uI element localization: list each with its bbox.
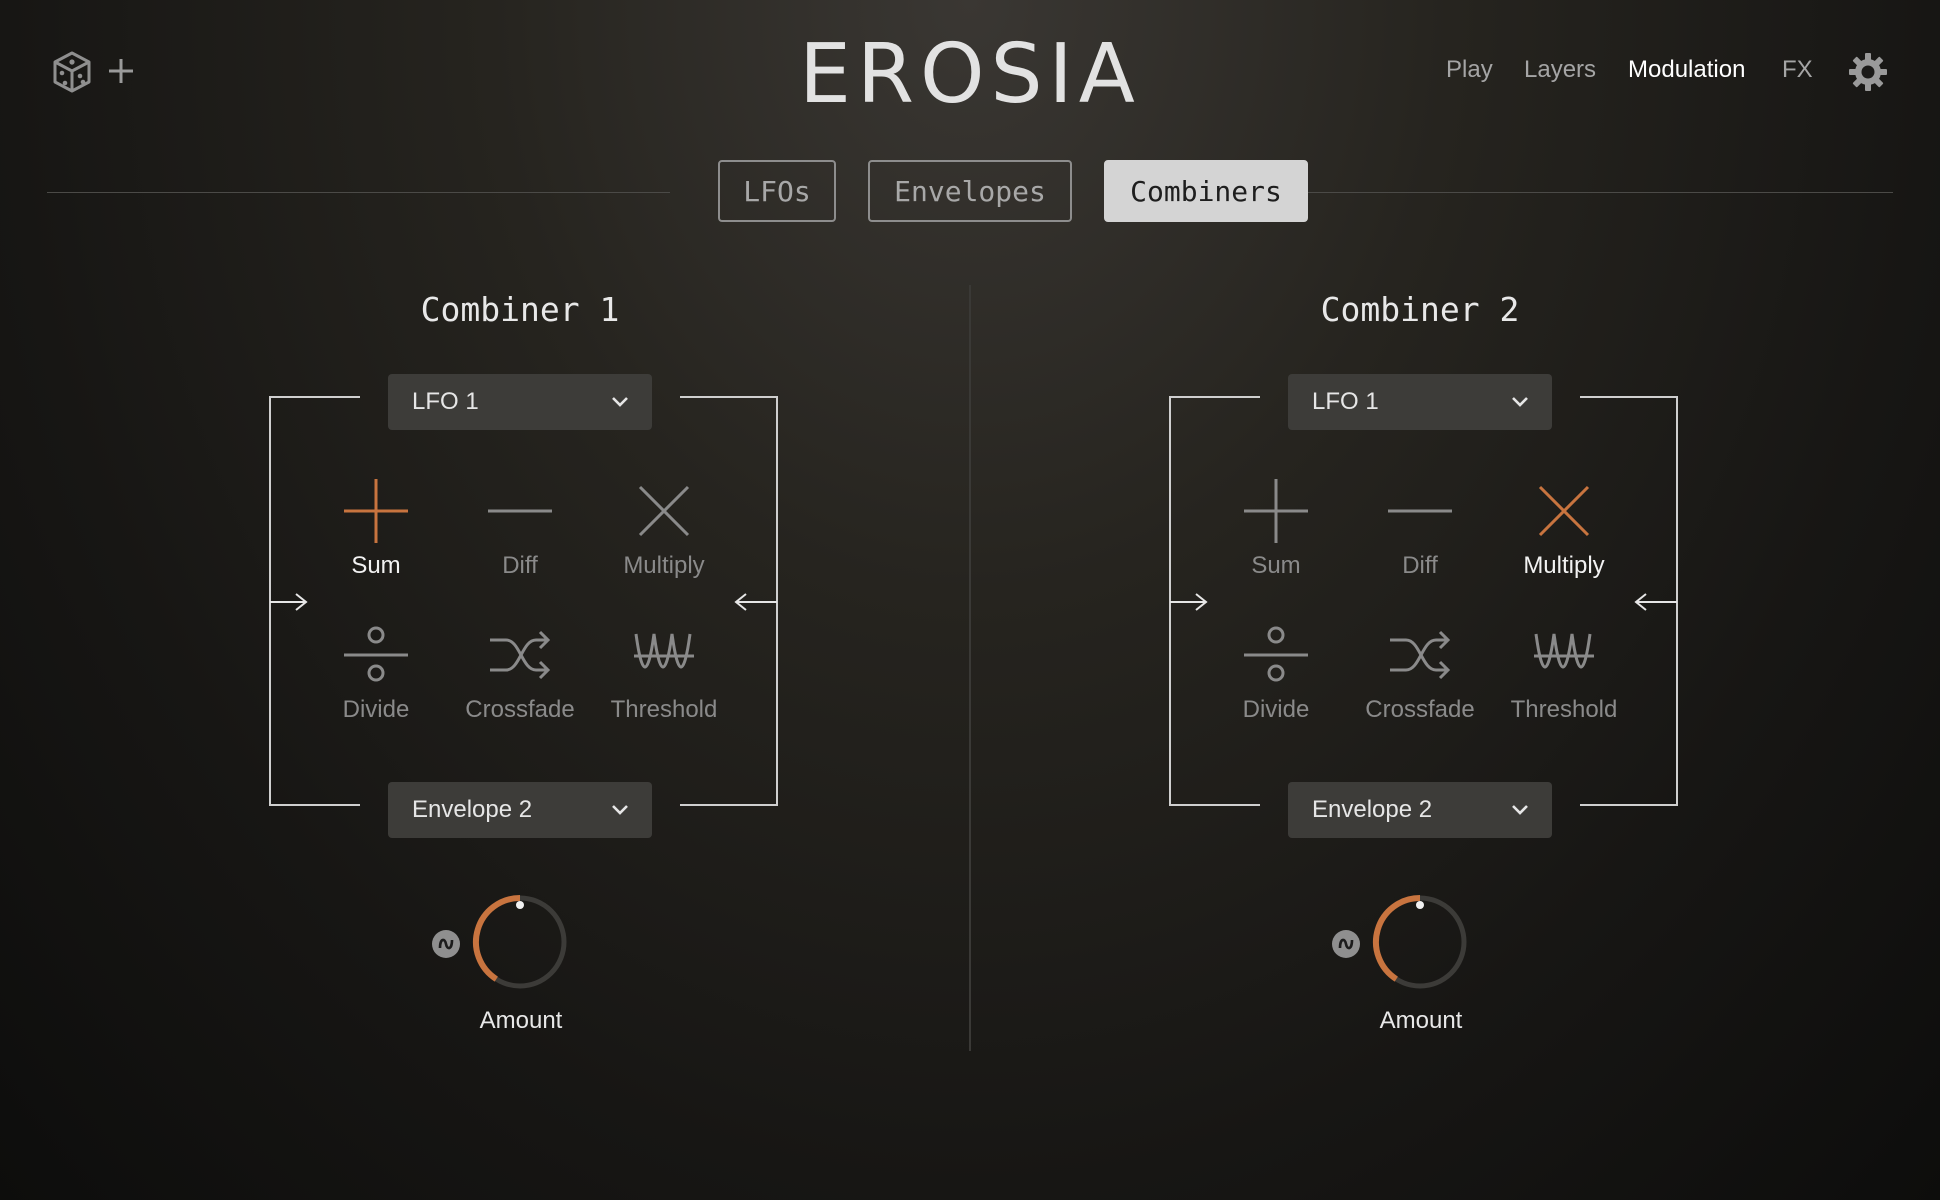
plus-icon: [344, 479, 408, 543]
crossfade-icon: [490, 630, 551, 680]
op-multiply[interactable]: Multiply: [1494, 476, 1634, 580]
source-a-value: LFO 1: [412, 388, 479, 415]
op-sum[interactable]: Sum: [1206, 476, 1346, 580]
op-label: Crossfade: [465, 696, 575, 723]
op-crossfade[interactable]: Crossfade: [1350, 620, 1490, 724]
mod-source-icon[interactable]: [1332, 930, 1360, 958]
op-label: Multiply: [623, 552, 705, 579]
op-label: Threshold: [610, 696, 718, 723]
op-crossfade[interactable]: Crossfade: [450, 620, 590, 724]
divide-icon: [344, 626, 408, 682]
plus-icon: [1244, 479, 1308, 543]
minus-icon: [1388, 509, 1452, 513]
chevron-down-icon: [612, 397, 628, 407]
op-sum[interactable]: Sum: [306, 476, 446, 580]
amount-label: Amount: [1379, 1007, 1463, 1034]
mod-source-icon[interactable]: [432, 930, 460, 958]
source-a-dropdown[interactable]: LFO 1: [388, 374, 652, 430]
multiply-icon: [638, 485, 690, 537]
op-divide[interactable]: Divide: [306, 620, 446, 724]
op-diff[interactable]: Diff: [1350, 476, 1490, 580]
op-threshold[interactable]: Threshold: [1494, 620, 1634, 724]
source-b-dropdown[interactable]: Envelope 2: [388, 782, 652, 838]
source-b-value: Envelope 2: [412, 796, 533, 823]
divide-icon: [1244, 626, 1308, 682]
op-label: Crossfade: [1365, 696, 1475, 723]
amount-knob[interactable]: [1370, 892, 1470, 992]
op-label: Multiply: [1523, 552, 1605, 579]
chevron-down-icon: [1512, 397, 1528, 407]
op-divide[interactable]: Divide: [1206, 620, 1346, 724]
chevron-down-icon: [612, 805, 628, 815]
crossfade-icon: [1390, 630, 1451, 680]
combiner-panel-2: Combiner 2 LFO 1 Envelope 2 Sum Diff Mul…: [970, 0, 1870, 1200]
combiner-panel-1: Combiner 1 LFO 1 Envelope 2 Sum Diff Mul…: [70, 0, 970, 1200]
minus-icon: [488, 509, 552, 513]
op-multiply[interactable]: Multiply: [594, 476, 734, 580]
source-b-dropdown[interactable]: Envelope 2: [1288, 782, 1552, 838]
op-threshold[interactable]: Threshold: [594, 620, 734, 724]
amount-knob[interactable]: [470, 892, 570, 992]
op-label: Sum: [1251, 552, 1301, 579]
multiply-icon: [1538, 485, 1590, 537]
op-label: Divide: [342, 696, 410, 723]
op-label: Diff: [1402, 552, 1438, 579]
op-label: Divide: [1242, 696, 1310, 723]
amount-label: Amount: [479, 1007, 563, 1034]
threshold-icon: [634, 633, 694, 669]
source-a-value: LFO 1: [1312, 388, 1379, 415]
threshold-icon: [1534, 633, 1594, 669]
source-a-dropdown[interactable]: LFO 1: [1288, 374, 1552, 430]
op-label: Diff: [502, 552, 538, 579]
source-b-value: Envelope 2: [1312, 796, 1433, 823]
op-diff[interactable]: Diff: [450, 476, 590, 580]
op-label: Sum: [351, 552, 401, 579]
chevron-down-icon: [1512, 805, 1528, 815]
op-label: Threshold: [1510, 696, 1618, 723]
